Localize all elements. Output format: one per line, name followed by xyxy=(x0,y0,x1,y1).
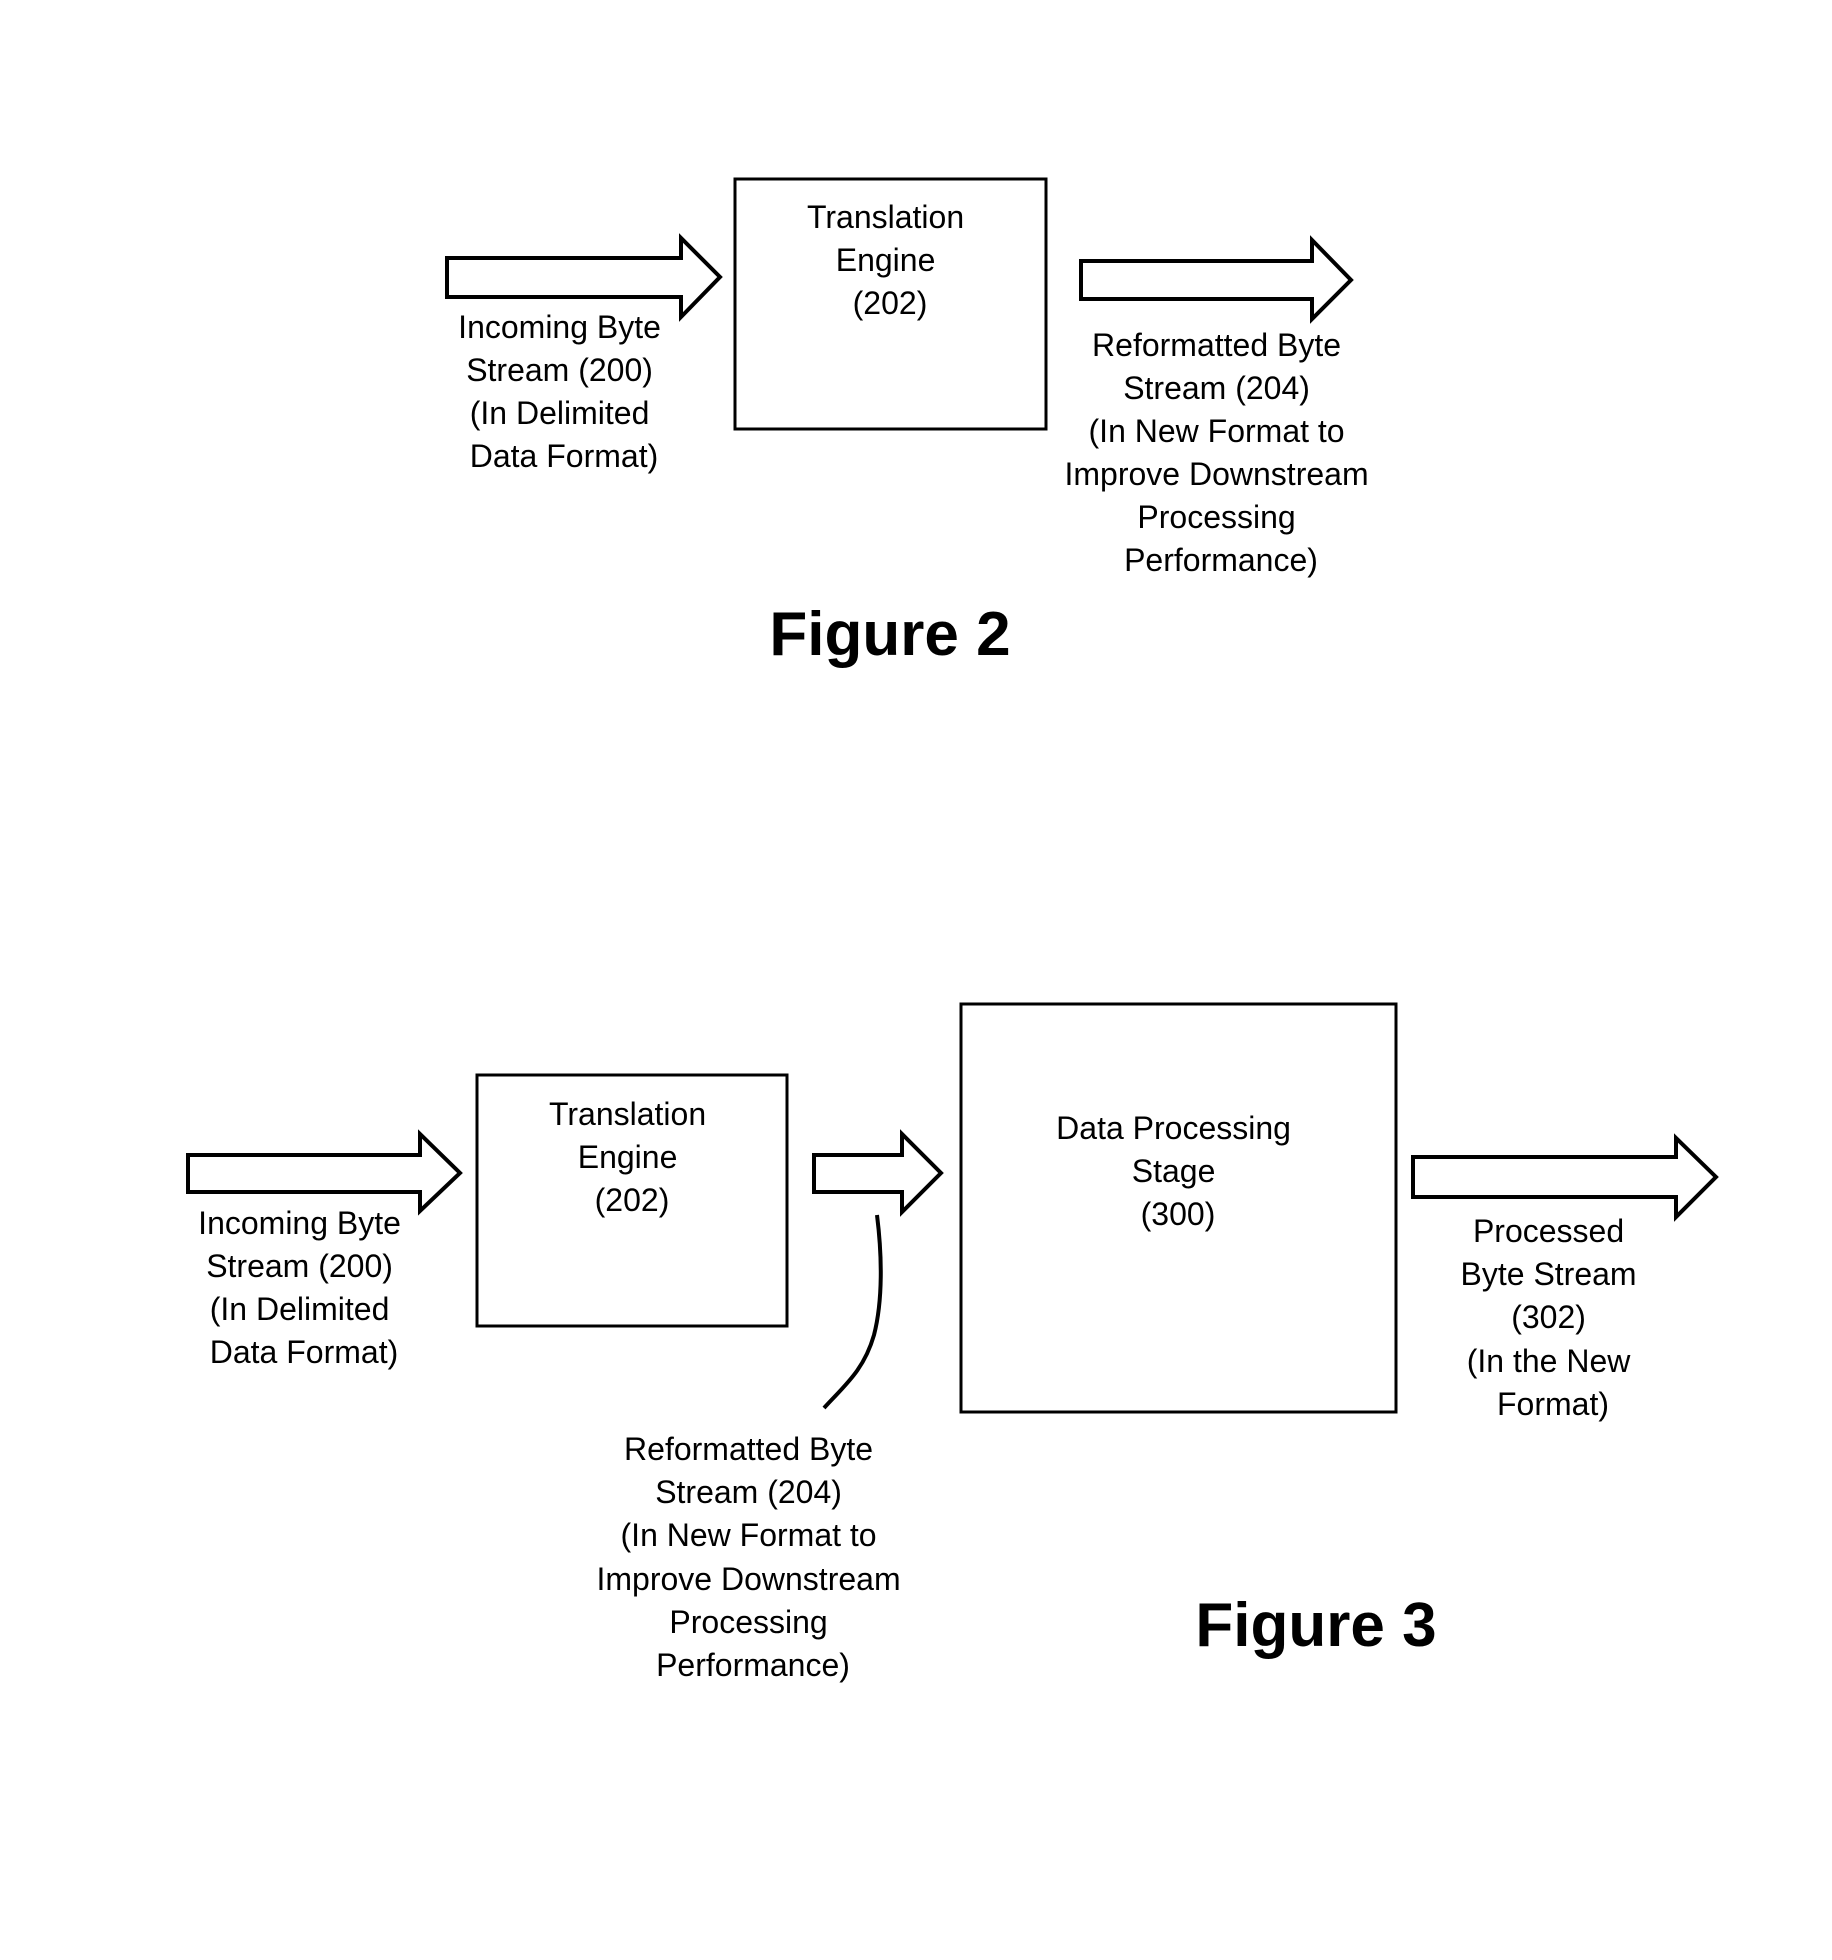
label-line: Reformatted Byte xyxy=(624,1431,873,1467)
reformatted-byte-stream-label: Reformatted Byte Stream (204) (In New Fo… xyxy=(597,1431,910,1683)
label-line: Stream (200) xyxy=(466,352,653,388)
label-line: Translation xyxy=(549,1096,706,1132)
label-line: Translation xyxy=(807,199,964,235)
incoming-byte-stream-label: Incoming Byte Stream (200) (In Delimited… xyxy=(458,309,670,474)
label-line: Improve Downstream xyxy=(1065,456,1369,492)
label-line: Processing xyxy=(1137,499,1295,535)
label-line: Stream (204) xyxy=(1123,370,1310,406)
label-line: (202) xyxy=(853,285,928,321)
label-line: Engine xyxy=(578,1139,678,1175)
label-line: Data Format) xyxy=(470,438,658,474)
label-line: (202) xyxy=(595,1182,670,1218)
processed-byte-stream-arrow xyxy=(1411,1133,1719,1222)
label-line: Incoming Byte xyxy=(198,1205,401,1241)
processed-byte-stream-label: Processed Byte Stream (302) (In the New … xyxy=(1461,1213,1646,1422)
reformatted-byte-stream-label: Reformatted Byte Stream (204) (In New Fo… xyxy=(1065,327,1378,578)
label-line: Stream (200) xyxy=(206,1248,393,1284)
label-line: Format) xyxy=(1497,1386,1609,1422)
label-line: Engine xyxy=(836,242,936,278)
patent-diagram: Incoming Byte Stream (200) (In Delimited… xyxy=(186,177,1719,1683)
label-line: Incoming Byte xyxy=(458,309,661,345)
label-line: (In Delimited xyxy=(210,1291,390,1327)
incoming-byte-stream-label: Incoming Byte Stream (200) (In Delimited… xyxy=(198,1205,410,1370)
label-line: (In New Format to xyxy=(621,1517,877,1553)
figure-2: Incoming Byte Stream (200) (In Delimited… xyxy=(445,177,1378,669)
incoming-byte-stream-arrow xyxy=(445,233,723,322)
label-line: (In New Format to xyxy=(1089,413,1345,449)
label-line: Data Processing xyxy=(1056,1110,1291,1146)
incoming-byte-stream-arrow xyxy=(186,1129,463,1216)
label-line: (In the New xyxy=(1467,1343,1632,1379)
label-line: Byte Stream xyxy=(1461,1256,1637,1292)
label-line: (300) xyxy=(1141,1196,1216,1232)
reformatted-byte-stream-arrow xyxy=(1079,235,1354,324)
reformatted-byte-stream-arrow xyxy=(812,1129,944,1217)
figure-2-caption: Figure 2 xyxy=(769,600,1010,669)
label-line: Stage xyxy=(1132,1153,1216,1189)
label-line: Performance) xyxy=(1124,542,1318,578)
label-line: Performance) xyxy=(656,1647,850,1683)
label-line: Reformatted Byte xyxy=(1092,327,1341,363)
figure-3-caption: Figure 3 xyxy=(1195,1591,1436,1660)
label-line: Processing xyxy=(669,1604,827,1640)
leader-line xyxy=(822,1214,883,1410)
label-line: (In Delimited xyxy=(470,395,650,431)
label-line: Stream (204) xyxy=(655,1474,842,1510)
label-line: Processed xyxy=(1473,1213,1624,1249)
label-line: Improve Downstream xyxy=(597,1561,901,1597)
label-line: Data Format) xyxy=(210,1334,398,1370)
label-line: (302) xyxy=(1511,1299,1586,1335)
figure-3: Incoming Byte Stream (200) (In Delimited… xyxy=(186,1002,1719,1683)
